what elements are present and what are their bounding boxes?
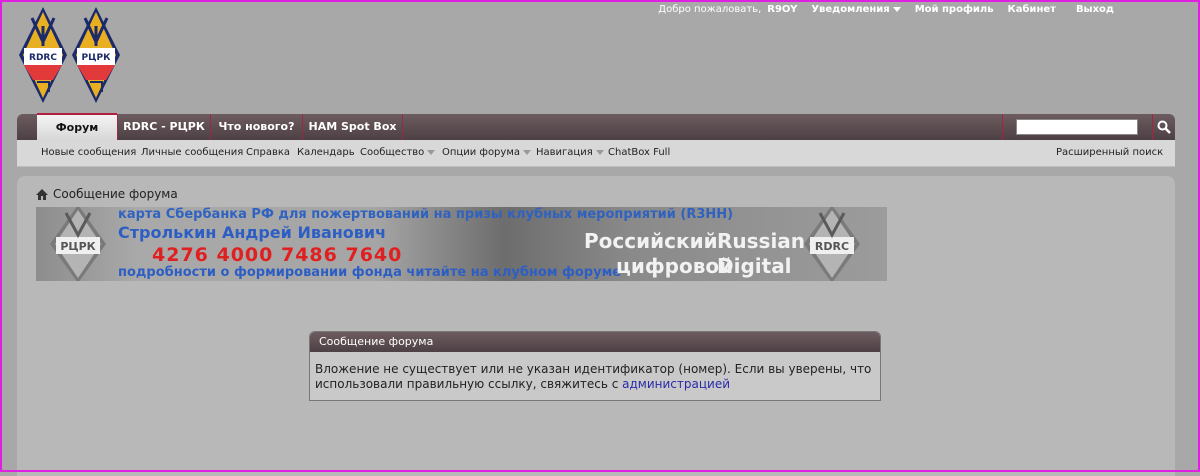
home-icon[interactable] [36,188,48,200]
notifications-menu[interactable]: Уведомления [811,4,901,15]
logo-group[interactable]: RDRC РЦРК [18,6,121,104]
rdrc-banner-logo: RDRC [804,207,860,281]
message-body: Вложение не существует или не указан иде… [310,352,880,392]
chevron-down-icon [523,149,531,155]
main-navbar: Форум RDRC - РЦРК Что нового? HAM Spot B… [17,113,1175,141]
username-link[interactable]: R9OY [767,4,797,15]
banner-line-4: подробности о формировании фонда читайте… [118,265,622,280]
chevron-down-icon [595,149,604,155]
subnav-private-messages[interactable]: Личные сообщения [141,147,243,158]
rcrk-banner-logo: РЦРК [50,207,106,281]
advanced-search-link[interactable]: Расширенный поиск [1056,147,1163,158]
message-text: Вложение не существует или не указан иде… [315,362,872,391]
sub-navbar: Новые сообщения Личные сообщения Справка… [17,140,1175,167]
tab-forum[interactable]: Форум [37,113,117,141]
chevron-down-icon [427,149,436,155]
subnav-navigation-label: Навигация [536,147,593,158]
banner-card-number: 4276 4000 7486 7640 [152,244,403,266]
logout-link[interactable]: Выход [1076,4,1114,15]
tab-rdrc[interactable]: RDRC - РЦРК [117,114,210,140]
subnav-forum-options[interactable]: Опции форума [442,147,531,158]
banner-logo-left-text: РЦРК [60,240,95,253]
cabinet-link[interactable]: Кабинет [1008,4,1056,15]
admin-contact-link[interactable]: администрацией [622,377,730,391]
subnav-community[interactable]: Сообщество [360,147,436,158]
user-bar: Добро пожаловать, R9OY Уведомления Мой п… [644,4,1114,15]
forum-message-box: Сообщение форума Вложение не существует … [309,331,881,401]
banner-en-2: Digital [717,254,792,278]
welcome-text: Добро пожаловать, [658,4,762,15]
chevron-down-icon [892,6,901,12]
breadcrumb: Сообщение форума [36,187,178,201]
banner-ru-1: Российский [584,229,718,253]
notifications-label: Уведомления [811,4,890,15]
banner-line-2: Стролькин Андрей Иванович [118,223,387,242]
banner-logo-right-text: RDRC [815,240,849,253]
subnav-calendar[interactable]: Календарь [297,147,355,158]
breadcrumb-current: Сообщение форума [53,187,178,201]
profile-link[interactable]: Мой профиль [915,4,994,15]
search-container [1002,114,1152,140]
subnav-help[interactable]: Справка [246,147,290,158]
subnav-navigation[interactable]: Навигация [536,147,604,158]
subnav-community-label: Сообщество [360,147,425,158]
message-title: Сообщение форума [310,332,880,352]
search-icon [1157,120,1171,134]
subnav-new-posts[interactable]: Новые сообщения [41,147,136,158]
subnav-forum-options-label: Опции форума [442,147,520,158]
search-button[interactable] [1152,114,1175,140]
rcrk-logo: РЦРК [72,7,120,103]
subnav-chatbox-full[interactable]: ChatBox Full [608,147,670,158]
tab-ham-spot-box[interactable]: HAM Spot Box [302,114,403,140]
banner-ru-2: цифровой [616,254,734,278]
rcrk-logo-text: РЦРК [82,53,112,63]
search-input[interactable] [1016,119,1138,135]
banner-line-1: карта Сбербанка РФ для пожертвований на … [118,207,734,222]
tab-whats-new[interactable]: Что нового? [210,114,302,140]
banner-en-1: Russian [717,229,806,253]
rdrc-logo-text: RDRC [29,53,57,63]
rdrc-logo: RDRC [19,7,67,103]
donation-banner[interactable]: РЦРК карта Сбербанка РФ для пожертвовани… [36,207,887,281]
